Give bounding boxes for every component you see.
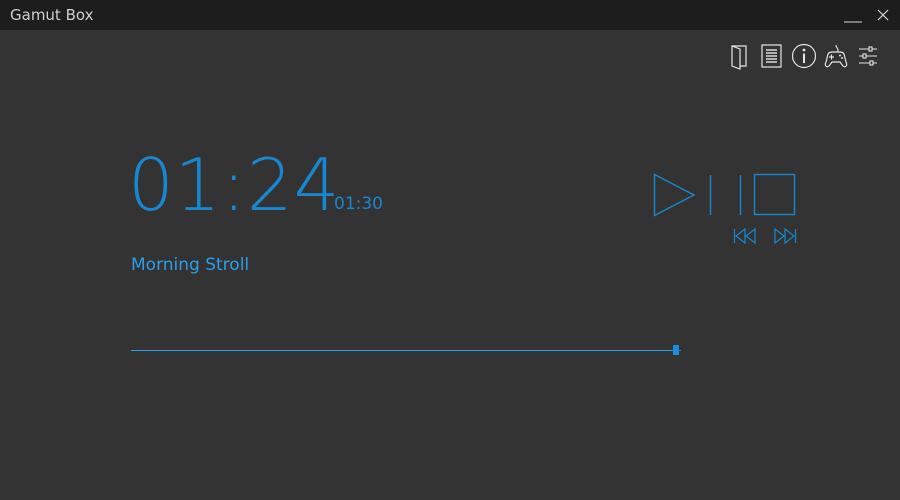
gamepad-button[interactable] [822,42,850,70]
book-icon [731,45,747,70]
total-duration: 01:30 [334,194,383,214]
previous-track-button[interactable] [731,226,761,246]
previous-track-icon [733,227,756,245]
elapsed-time: 01:24 [128,143,341,227]
info-icon [791,43,817,69]
settings-sliders-icon [859,46,877,66]
next-track-icon [774,227,797,245]
progress-handle[interactable] [673,345,679,355]
document-list-icon [761,44,782,68]
progress-slider[interactable] [131,343,683,357]
gamepad-icon [824,44,848,68]
close-button[interactable] [866,0,900,30]
window-title: Gamut Box [10,6,94,24]
next-track-button[interactable] [771,226,801,246]
track-title: Morning Stroll [131,255,250,275]
title-bar[interactable]: Gamut Box [0,0,900,30]
progress-fill [131,350,676,351]
play-icon [653,173,696,217]
pause-icon [709,175,742,215]
app-window: Gamut Box 01:24 01:30 Morning Stroll [0,0,900,500]
play-button[interactable] [652,172,698,218]
minimize-button[interactable] [836,0,870,30]
close-icon [877,9,889,21]
info-button[interactable] [790,42,818,70]
minimize-icon [844,21,862,23]
open-book-button[interactable] [726,42,754,70]
settings-button[interactable] [854,42,882,70]
pause-button[interactable] [705,172,747,218]
stop-icon [753,173,796,216]
stop-button[interactable] [752,172,798,218]
playlist-button[interactable] [758,42,786,70]
